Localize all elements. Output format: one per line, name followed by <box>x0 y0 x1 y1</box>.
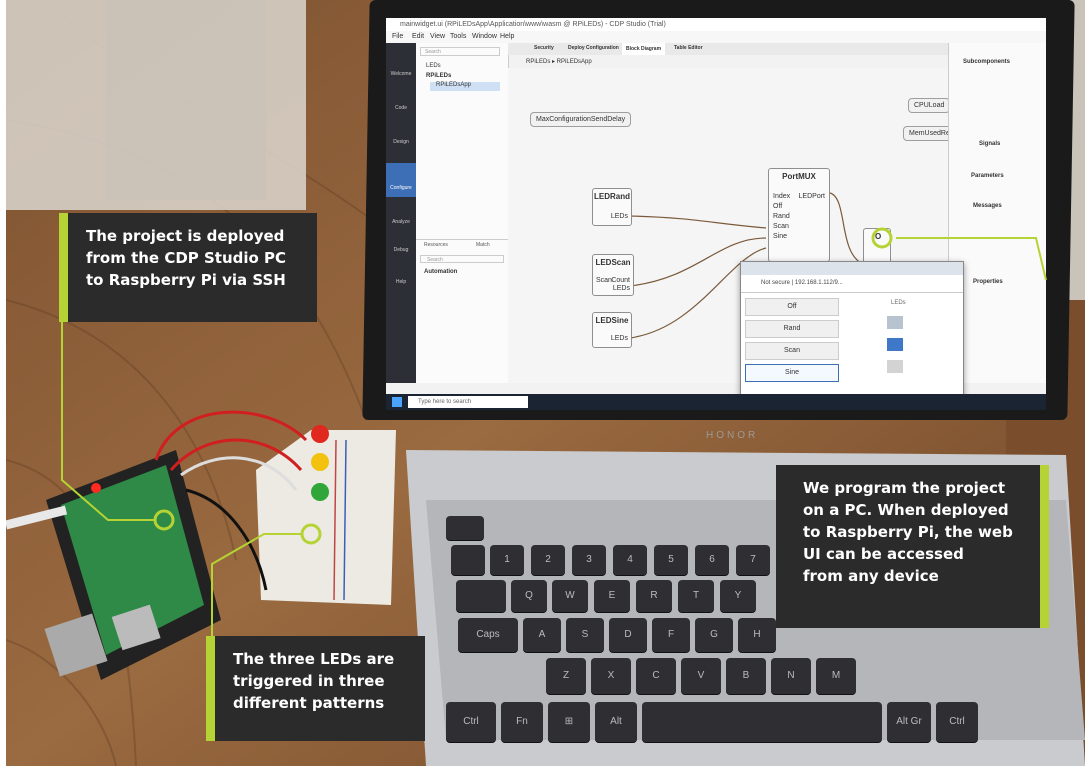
callout-program: We program the project on a PC. When dep… <box>776 465 1049 628</box>
callout-program-text: We program the project on a PC. When dep… <box>803 479 1013 585</box>
callout-deploy-text: The project is deployed from the CDP Stu… <box>86 227 287 289</box>
callout-connectors <box>61 227 1047 640</box>
callout-leds: The three LEDs are triggered in three di… <box>206 636 425 741</box>
callout-leds-bar <box>206 636 215 741</box>
photo: mainwidget.ui (RPiLEDsApp\Application\ww… <box>6 0 1085 766</box>
callout-leds-text: The three LEDs are triggered in three di… <box>233 650 395 712</box>
callout-deploy: The project is deployed from the CDP Stu… <box>59 213 317 322</box>
callout-deploy-bar <box>59 213 68 322</box>
callout-program-bar <box>1040 465 1049 628</box>
